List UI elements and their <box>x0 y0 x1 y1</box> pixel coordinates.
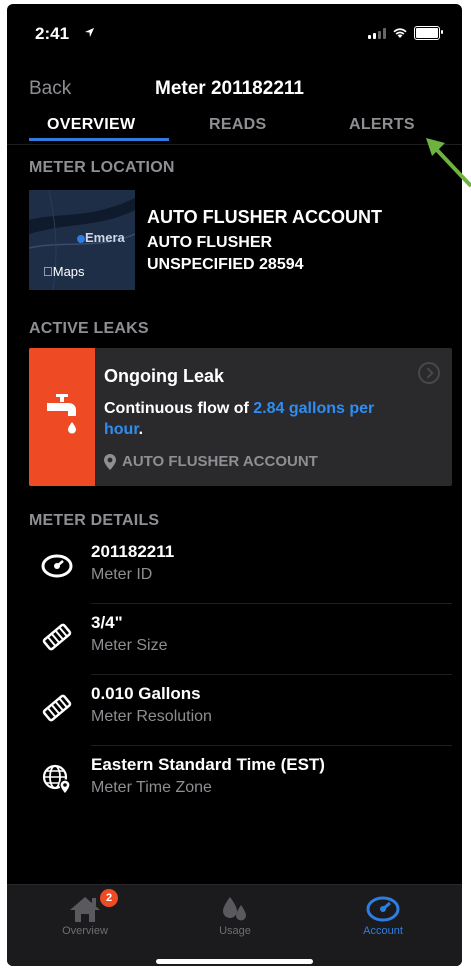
annotation-arrow-icon <box>426 138 471 188</box>
